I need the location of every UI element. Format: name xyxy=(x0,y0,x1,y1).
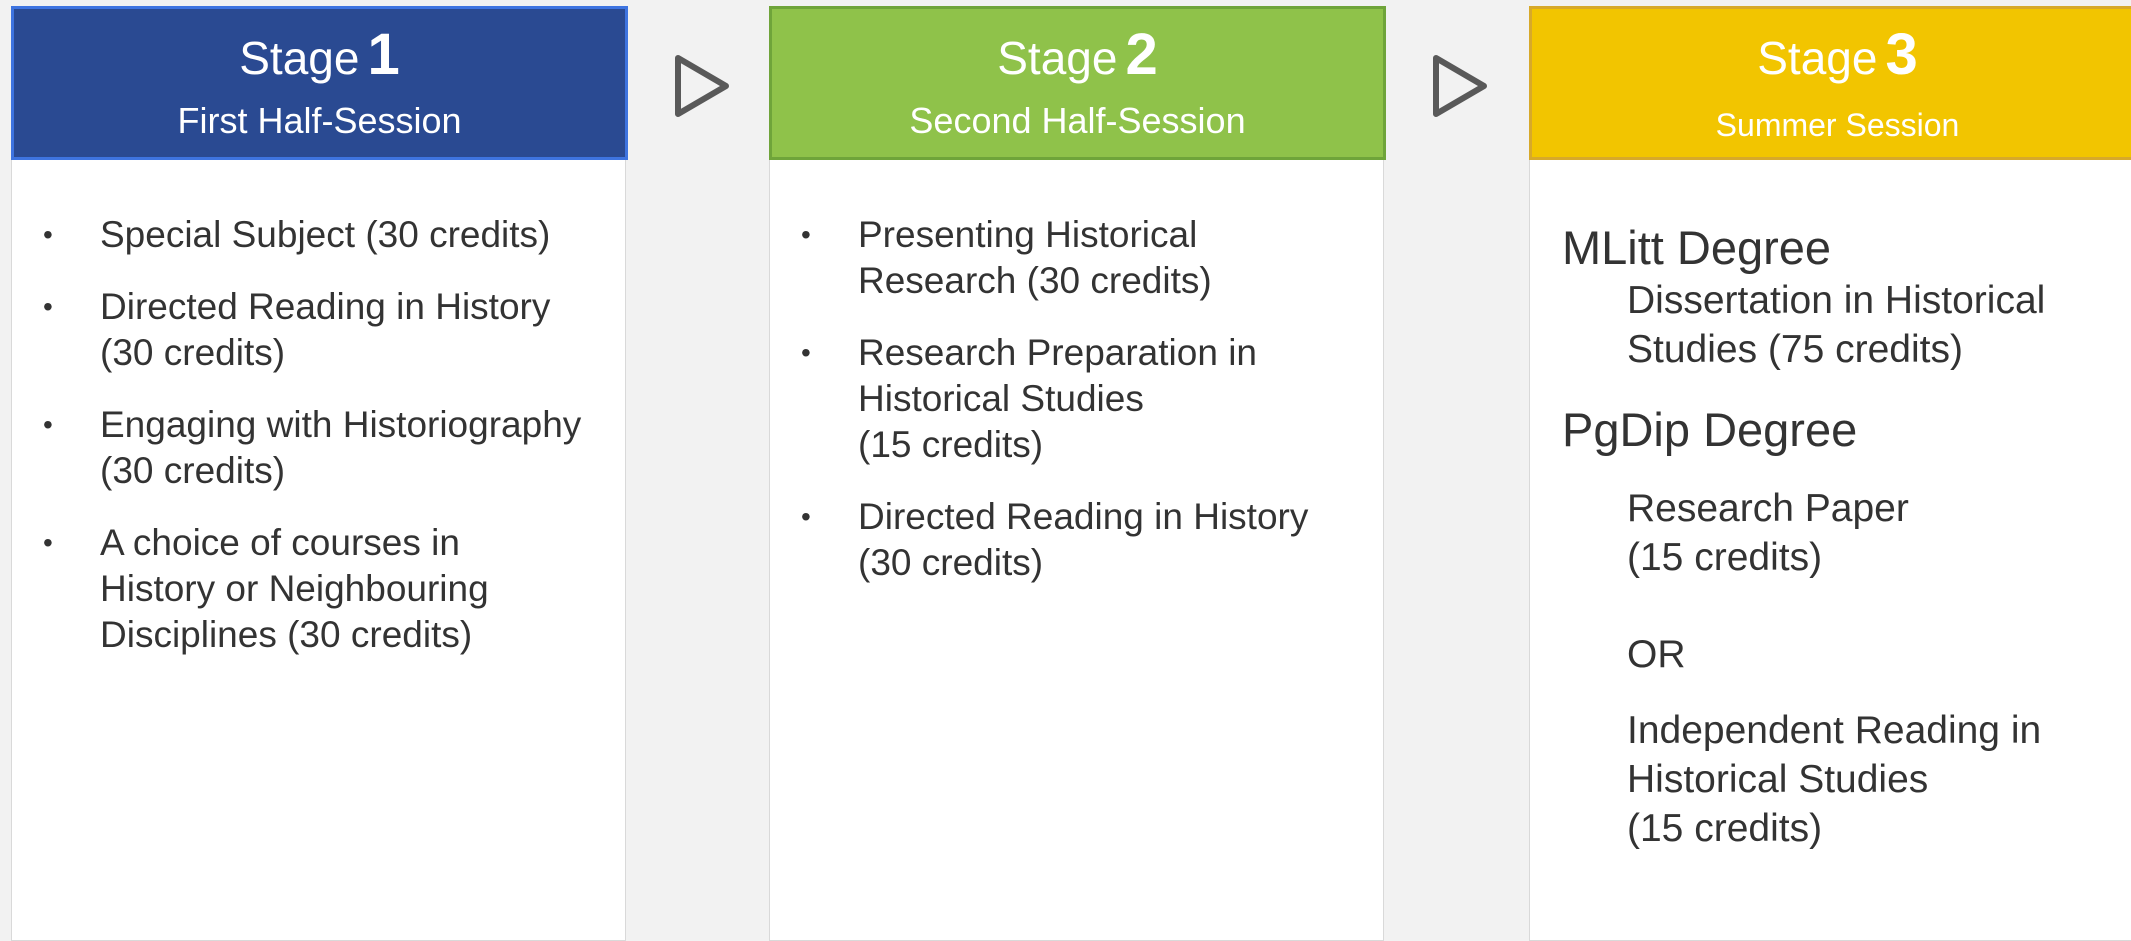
list-item: • Directed Reading in History (30 credits… xyxy=(12,284,612,376)
stage-3-column: Stage 3 Summer Session MLitt Degree Disse… xyxy=(1529,6,2131,941)
stage-word: Stage xyxy=(997,32,1118,84)
mlitt-dissertation: Dissertation in Historical Studies (75 c… xyxy=(1627,279,2046,371)
course-label: Special Subject (30 credits) xyxy=(100,214,551,255)
bullet: • xyxy=(43,291,53,322)
bullet: • xyxy=(43,527,53,558)
stage-2-subtitle: Second Half-Session xyxy=(909,100,1246,141)
stage-number: 2 xyxy=(1125,22,1158,87)
stage-1-subtitle: First Half-Session xyxy=(177,100,462,141)
stage-2-title: Stage 2 xyxy=(772,26,1383,86)
stage-3-body: MLitt Degree Dissertation in Historical … xyxy=(1529,160,2131,941)
list-item: • Engaging with Historiography (30 credit… xyxy=(12,402,612,494)
stage-1-header: Stage 1 First Half-Session xyxy=(11,6,628,160)
stage-1-body: • Special Subject (30 credits) • Directed … xyxy=(11,160,626,941)
stage-1-title: Stage 1 xyxy=(14,26,625,86)
course-label: Research Preparation in Historical Studi… xyxy=(858,332,1257,465)
bullet: • xyxy=(43,409,53,440)
stage-3-title: Stage 3 xyxy=(1532,26,2131,86)
pgdip-research-paper: Research Paper (15 credits) xyxy=(1627,487,1909,579)
stage-2-course-list: • Presenting Historical Research (30 cred… xyxy=(770,212,1370,612)
play-triangle-outline-icon xyxy=(1428,50,1492,122)
stage-1-column: Stage 1 First Half-Session • Special Subje… xyxy=(11,6,628,941)
course-label: A choice of courses in History or Neighb… xyxy=(100,522,489,655)
pgdip-independent-reading: Independent Reading in Historical Studie… xyxy=(1627,709,2042,850)
list-item: • Research Preparation in Historical Stud… xyxy=(770,330,1370,468)
course-label: Directed Reading in History (30 credits) xyxy=(858,496,1309,583)
list-item: • A choice of courses in History or Neigh… xyxy=(12,520,612,658)
stage-word: Stage xyxy=(239,32,360,84)
bullet: • xyxy=(43,219,53,250)
list-item: • Presenting Historical Research (30 cred… xyxy=(770,212,1370,304)
stage-number: 1 xyxy=(367,22,400,87)
bullet: • xyxy=(801,219,811,250)
course-label: Presenting Historical Research (30 credi… xyxy=(858,214,1212,301)
stage-number: 3 xyxy=(1885,22,1918,87)
list-item: • Directed Reading in History (30 credits… xyxy=(770,494,1370,586)
course-label: Directed Reading in History (30 credits) xyxy=(100,286,551,373)
play-triangle-outline-icon xyxy=(670,50,734,122)
course-label: Engaging with Historiography (30 credits… xyxy=(100,404,582,491)
mlitt-degree-heading: MLitt Degree xyxy=(1562,221,1832,274)
stage-3-subtitle: Summer Session xyxy=(1715,107,1960,143)
stage-1-course-list: • Special Subject (30 credits) • Directed … xyxy=(12,212,612,684)
stage-2-column: Stage 2 Second Half-Session • Presenting H… xyxy=(769,6,1386,941)
bullet: • xyxy=(801,337,811,368)
list-item: • Special Subject (30 credits) xyxy=(12,212,612,258)
stage-2-header: Stage 2 Second Half-Session xyxy=(769,6,1386,160)
stage-2-body: • Presenting Historical Research (30 cred… xyxy=(769,160,1384,941)
stage-3-header: Stage 3 Summer Session xyxy=(1529,6,2131,160)
bullet: • xyxy=(801,501,811,532)
stage-word: Stage xyxy=(1757,32,1878,84)
pgdip-or-label: OR xyxy=(1627,633,1686,676)
pgdip-degree-heading: PgDip Degree xyxy=(1562,403,1858,456)
